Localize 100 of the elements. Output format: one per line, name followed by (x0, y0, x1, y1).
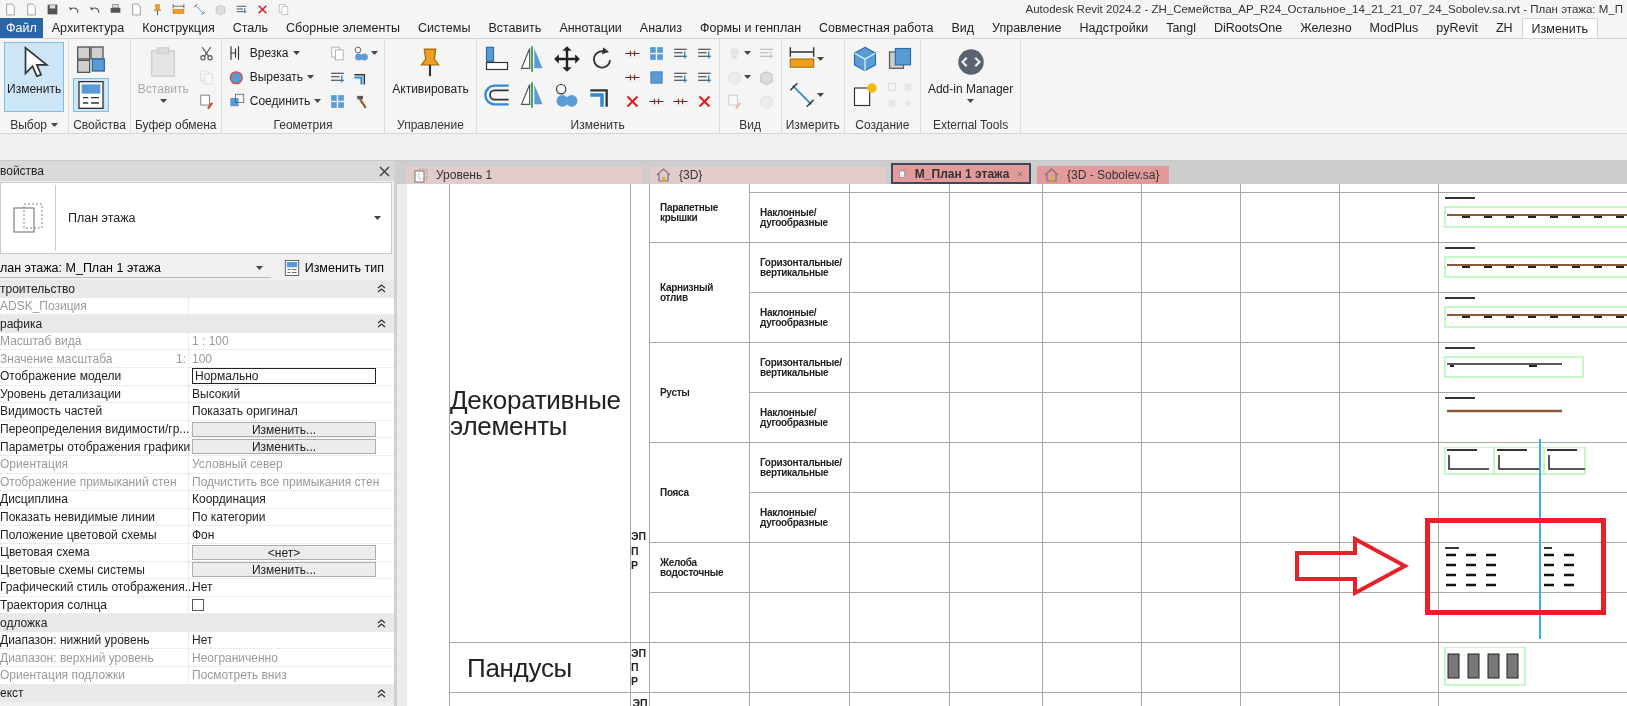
caret-icon (307, 75, 315, 79)
table-cell: Желоба водосточные (650, 543, 749, 592)
table-cell: Русты (650, 343, 749, 442)
ribbon-tab[interactable]: Сталь (223, 18, 278, 38)
property-name: Ориентация подложки (0, 668, 126, 683)
ribbon-tab[interactable]: ModPlus (1360, 18, 1428, 38)
panel-label: Буфер обмена (135, 117, 217, 132)
ribbon-button[interactable]: Вырезать (225, 66, 324, 88)
ribbon-tab[interactable]: Формы и генплан (691, 18, 811, 38)
ribbon-tab[interactable]: Архитектура (42, 18, 134, 38)
file-menu-button[interactable]: Файл (0, 18, 43, 38)
copy-icon (197, 68, 215, 86)
section-header[interactable]: рафика (0, 315, 394, 333)
ribbon-tab[interactable]: DiRootsOne (1205, 18, 1292, 38)
ribbon-tab[interactable]: Системы (409, 18, 480, 38)
instance-dropdown[interactable]: лан этажа: М_План 1 этажа (0, 258, 271, 278)
property-name: Отображение примыканий стен (0, 474, 177, 489)
property-name: Диапазон: нижний уровень (0, 633, 150, 648)
caret-icon (314, 99, 322, 103)
property-value: 100 (192, 351, 213, 366)
edit-type-button[interactable]: Изменить тип (276, 258, 390, 278)
square-icon (647, 68, 665, 86)
property-name: Траектория солнца (0, 598, 108, 612)
caret-icon (374, 216, 381, 220)
section-header[interactable]: одложка (0, 614, 394, 632)
property-name: Отображение модели (0, 369, 122, 384)
cubes-icon (75, 43, 108, 75)
ribbon-tab[interactable]: Аннотации (550, 18, 631, 38)
four-way-arrows-icon (552, 45, 581, 73)
view-tab[interactable]: {3D - Sobolev.sa} (1037, 166, 1169, 184)
tab-label: {3D - Sobolev.sa} (1067, 168, 1161, 182)
property-value: Высокий (192, 386, 241, 401)
panel-label: Выбор (10, 117, 47, 132)
ribbon-tab[interactable]: Конструкция (133, 18, 224, 38)
property-name: Масштаб вида (0, 334, 82, 349)
ribbon-button[interactable]: Соединить (225, 90, 324, 112)
section-title: екст (0, 686, 24, 701)
property-name: Значение масштаба (0, 351, 113, 366)
ribbon-button[interactable]: Активировать (389, 42, 472, 112)
table-cell: ЭП П Р (631, 643, 649, 692)
property-button[interactable]: Изменить... (192, 439, 376, 455)
property-name: Положение цветовой схемы (0, 527, 157, 542)
property-name: Цветовая схема (0, 545, 90, 560)
view-tab[interactable]: М_План 1 этажа (891, 163, 1031, 184)
printer-icon (109, 2, 122, 16)
scissors-icon (197, 44, 215, 62)
type-selector[interactable]: План этажа (0, 182, 392, 254)
tool-button[interactable] (73, 78, 110, 112)
table-cell: Декоративные элементы (450, 184, 630, 642)
panel-label: Геометрия (273, 117, 333, 132)
property-name: Дисциплина (0, 492, 68, 507)
table-cell: Горизонтальные/ вертикальные (750, 243, 849, 292)
caret-icon (292, 51, 300, 55)
ribbon-button[interactable]: Врезка (225, 42, 324, 64)
table-cell: Наклонные/ дугообразные (750, 193, 849, 242)
tab-label: Уровень 1 (436, 168, 494, 182)
ribbon-button[interactable]: Add-in Manager (924, 42, 1017, 112)
ribbon-tab[interactable]: Вставить (479, 18, 551, 38)
caret-icon[interactable] (51, 122, 58, 127)
floor-plan-icon (12, 202, 44, 234)
table-cell: Карнизный отлив (650, 243, 749, 342)
property-value: Показать оригинал (192, 404, 298, 419)
caret-icon (816, 57, 824, 61)
property-button[interactable]: Изменить... (192, 562, 376, 578)
ribbon-tab[interactable]: Совместная работа (810, 18, 943, 38)
panel-label: Изменить (570, 117, 625, 132)
ribbon-tab[interactable]: Изменить (1521, 18, 1598, 38)
ribbon-tab[interactable]: Железно (1291, 18, 1361, 38)
property-value: 1 : 100 (192, 334, 229, 349)
table-cell: Пандусы (450, 643, 630, 692)
pushpin-icon (151, 2, 164, 16)
ribbon-tab[interactable]: Вид (942, 18, 984, 38)
table-cell: Парапетные крышки (650, 184, 749, 242)
property-value: Подчистить все примыкания стен (192, 474, 380, 489)
panel-label: Создание (855, 117, 910, 132)
ribbon-tab[interactable]: pyRevit (1427, 18, 1487, 38)
section-header[interactable]: троительство (0, 280, 394, 298)
property-name: ADSK_Позиция (0, 298, 87, 313)
property-button[interactable]: Изменить... (192, 421, 376, 437)
ribbon-button[interactable]: Изменить (4, 42, 65, 112)
property-name: Переопределения видимости/гр... (0, 422, 190, 437)
ribbon-tab[interactable]: ZH (1486, 18, 1522, 38)
caret-icon (743, 51, 751, 55)
ribbon-tab[interactable]: Анализ (630, 18, 692, 38)
ribbon-tab[interactable]: Tangl (1157, 18, 1206, 38)
ribbon-tab[interactable]: Надстройки (1070, 18, 1158, 38)
property-button[interactable]: <нет> (192, 544, 376, 560)
checkbox[interactable] (192, 599, 204, 611)
property-value: Нет (192, 633, 213, 648)
view-tab[interactable]: {3D} (649, 166, 885, 184)
caret-icon (159, 99, 167, 103)
close-icon[interactable] (379, 165, 390, 177)
value-field[interactable]: Нормально (192, 368, 376, 385)
panel-label: Вид (739, 117, 762, 132)
ribbon-tab[interactable]: Управление (983, 18, 1071, 38)
table-cell: Горизонтальные/ вертикальные (750, 443, 849, 492)
table-cell: Наклонные/ дугообразные (750, 393, 849, 442)
view-tab[interactable]: Уровень 1 (407, 166, 643, 184)
caret-icon (743, 75, 751, 79)
ribbon-tab[interactable]: Сборные элементы (277, 18, 409, 38)
